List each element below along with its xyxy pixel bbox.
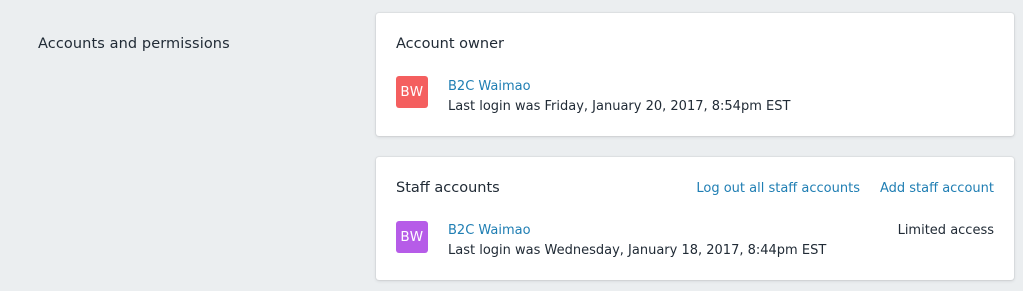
owner-last-login: Last login was Friday, January 20, 2017,… <box>448 99 791 114</box>
staff-last-login: Last login was Wednesday, January 18, 20… <box>448 243 827 258</box>
staff-name-link[interactable]: B2C Waimao <box>448 223 531 238</box>
add-staff-account-link[interactable]: Add staff account <box>880 181 994 196</box>
section-title: Accounts and permissions <box>38 36 230 52</box>
staff-card-actions: Log out all staff accounts Add staff acc… <box>696 181 994 196</box>
owner-name-link[interactable]: B2C Waimao <box>448 79 531 94</box>
staff-access-level: Limited access <box>897 223 994 238</box>
staff-accounts-title: Staff accounts <box>396 180 500 196</box>
logout-all-staff-link[interactable]: Log out all staff accounts <box>696 181 860 196</box>
staff-accounts-card: Staff accounts Log out all staff account… <box>376 157 1014 280</box>
account-owner-title: Account owner <box>396 36 504 52</box>
owner-avatar: BW <box>396 76 428 108</box>
staff-avatar: BW <box>396 221 428 253</box>
account-owner-card: Account owner BW B2C Waimao Last login w… <box>376 13 1014 136</box>
